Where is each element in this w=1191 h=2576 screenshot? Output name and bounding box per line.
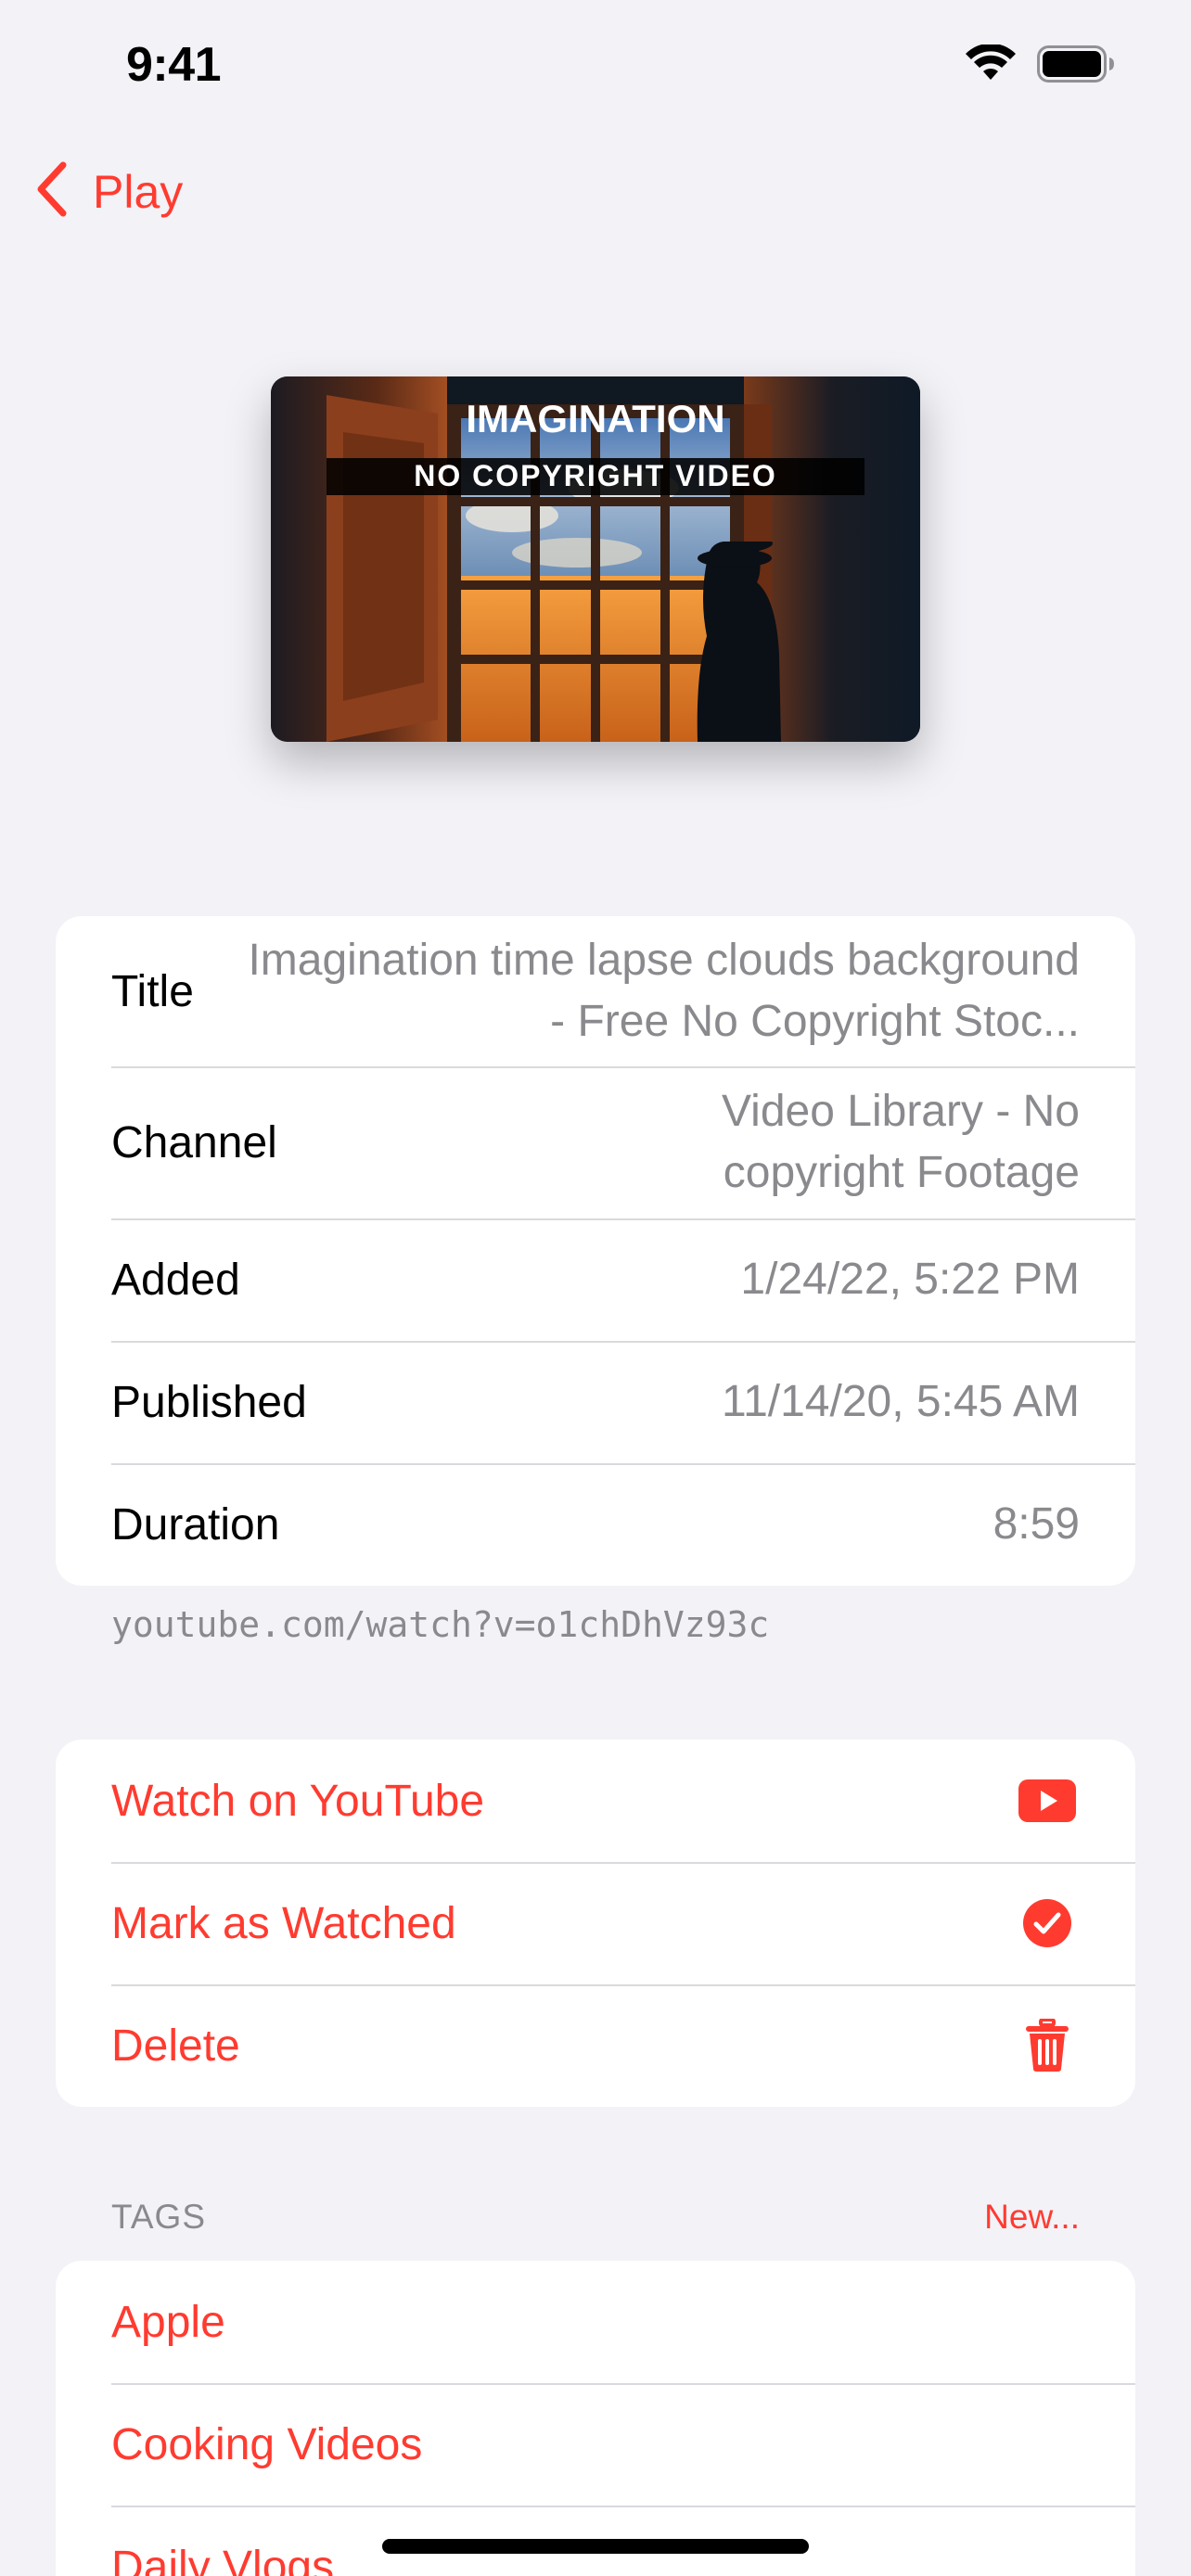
- watch-on-youtube-label: Watch on YouTube: [111, 1776, 485, 1826]
- youtube-play-icon: [1015, 1768, 1080, 1833]
- back-label: Play: [93, 165, 184, 218]
- status-icons: [965, 43, 1115, 88]
- home-indicator: [382, 2539, 809, 2554]
- trash-icon: [1015, 2013, 1080, 2078]
- duration-label: Duration: [111, 1499, 280, 1549]
- info-row-added: Added 1/24/22, 5:22 PM: [56, 1218, 1135, 1341]
- published-label: Published: [111, 1377, 307, 1427]
- checkmark-circle-icon: [1015, 1891, 1080, 1956]
- channel-value: Video Library - No copyright Footage: [722, 1087, 1080, 1197]
- info-row-title: Title Imagination time lapse clouds back…: [56, 916, 1135, 1066]
- back-button[interactable]: Play: [33, 159, 183, 223]
- mark-as-watched-label: Mark as Watched: [111, 1898, 456, 1948]
- battery-icon: [1037, 45, 1115, 87]
- watch-on-youtube-button[interactable]: Watch on YouTube: [56, 1740, 1135, 1862]
- tags-list: Apple Cooking Videos Daily Vlogs: [56, 2261, 1135, 2576]
- tag-label: Apple: [111, 2297, 225, 2347]
- tags-section-header: TAGS New...: [111, 2198, 1080, 2237]
- info-row-published: Published 11/14/20, 5:45 AM: [56, 1341, 1135, 1463]
- added-label: Added: [111, 1255, 240, 1305]
- duration-value: 8:59: [992, 1499, 1080, 1549]
- tag-item[interactable]: Cooking Videos: [56, 2383, 1135, 2506]
- status-time: 9:41: [126, 38, 222, 92]
- video-detail-screen: 9:41 Play IMAGINATION NO COPYRIGHT VIDEO…: [0, 0, 1191, 2576]
- delete-label: Delete: [111, 2021, 240, 2071]
- navigation-bar: Play: [0, 148, 1191, 237]
- info-row-duration: Duration 8:59: [56, 1463, 1135, 1586]
- added-value: 1/24/22, 5:22 PM: [740, 1255, 1080, 1304]
- actions-group: Watch on YouTube Mark as Watched Delete: [56, 1740, 1135, 2107]
- thumbnail-title-line2: NO COPYRIGHT VIDEO: [414, 459, 777, 492]
- status-bar: 9:41: [0, 0, 1191, 130]
- published-value: 11/14/20, 5:45 AM: [721, 1377, 1080, 1426]
- tag-item[interactable]: Apple: [56, 2261, 1135, 2383]
- chevron-left-icon: [33, 159, 70, 223]
- title-label: Title: [111, 966, 194, 1016]
- video-info-group: Title Imagination time lapse clouds back…: [56, 916, 1135, 1586]
- delete-button[interactable]: Delete: [56, 1984, 1135, 2107]
- tags-title: TAGS: [111, 2198, 206, 2236]
- video-thumbnail: IMAGINATION NO COPYRIGHT VIDEO: [271, 376, 920, 742]
- new-tag-button[interactable]: New...: [984, 2198, 1080, 2237]
- channel-label: Channel: [111, 1117, 277, 1167]
- mark-as-watched-button[interactable]: Mark as Watched: [56, 1862, 1135, 1984]
- tag-label: Cooking Videos: [111, 2419, 423, 2469]
- thumbnail-title-line1: IMAGINATION: [466, 397, 724, 440]
- video-url[interactable]: youtube.com/watch?v=o1chDhVz93c: [111, 1604, 769, 1645]
- info-row-channel: Channel Video Library - No copyright Foo…: [56, 1066, 1135, 1218]
- wifi-icon: [965, 43, 1017, 88]
- title-value: Imagination time lapse clouds background…: [248, 936, 1080, 1046]
- tag-label: Daily Vlogs: [111, 2542, 335, 2576]
